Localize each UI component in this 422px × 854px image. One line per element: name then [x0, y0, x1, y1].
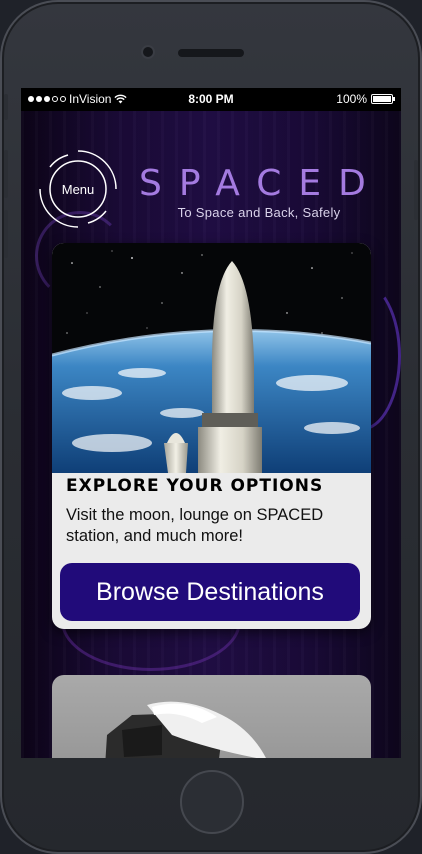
- status-bar: InVision 8:00 PM 100%: [21, 88, 401, 111]
- battery-status: 100%: [336, 92, 395, 106]
- power-button: [414, 160, 418, 220]
- spacecraft-image: [105, 701, 266, 758]
- app-content: Menu SPACED To Space and Back, Safely EX…: [21, 111, 401, 758]
- mute-switch: [4, 94, 8, 120]
- phone-frame: InVision 8:00 PM 100% Menu SPACED To Spa…: [0, 0, 422, 854]
- menu-label: Menu: [61, 181, 95, 197]
- destination-card: EXPLORE YOUR OPTIONS Visit the moon, lou…: [52, 243, 371, 629]
- volume-up-button: [4, 150, 8, 198]
- rocket-image: [52, 243, 371, 473]
- browse-destinations-button[interactable]: Browse Destinations: [60, 563, 360, 621]
- battery-percent: 100%: [336, 92, 367, 106]
- card-description: Visit the moon, lounge on SPACED station…: [66, 506, 324, 545]
- home-button[interactable]: [180, 770, 244, 834]
- tagline: To Space and Back, Safely: [177, 205, 341, 220]
- menu-button[interactable]: Menu: [38, 149, 118, 229]
- brand-logo-text: SPACED: [139, 163, 383, 204]
- volume-down-button: [4, 210, 8, 258]
- card-title: EXPLORE YOUR OPTIONS: [66, 476, 324, 496]
- battery-icon: [371, 94, 395, 104]
- earpiece-speaker: [178, 49, 244, 57]
- front-camera: [143, 47, 153, 57]
- destination-card: [52, 675, 371, 758]
- screen: InVision 8:00 PM 100% Menu SPACED To Spa…: [21, 88, 401, 758]
